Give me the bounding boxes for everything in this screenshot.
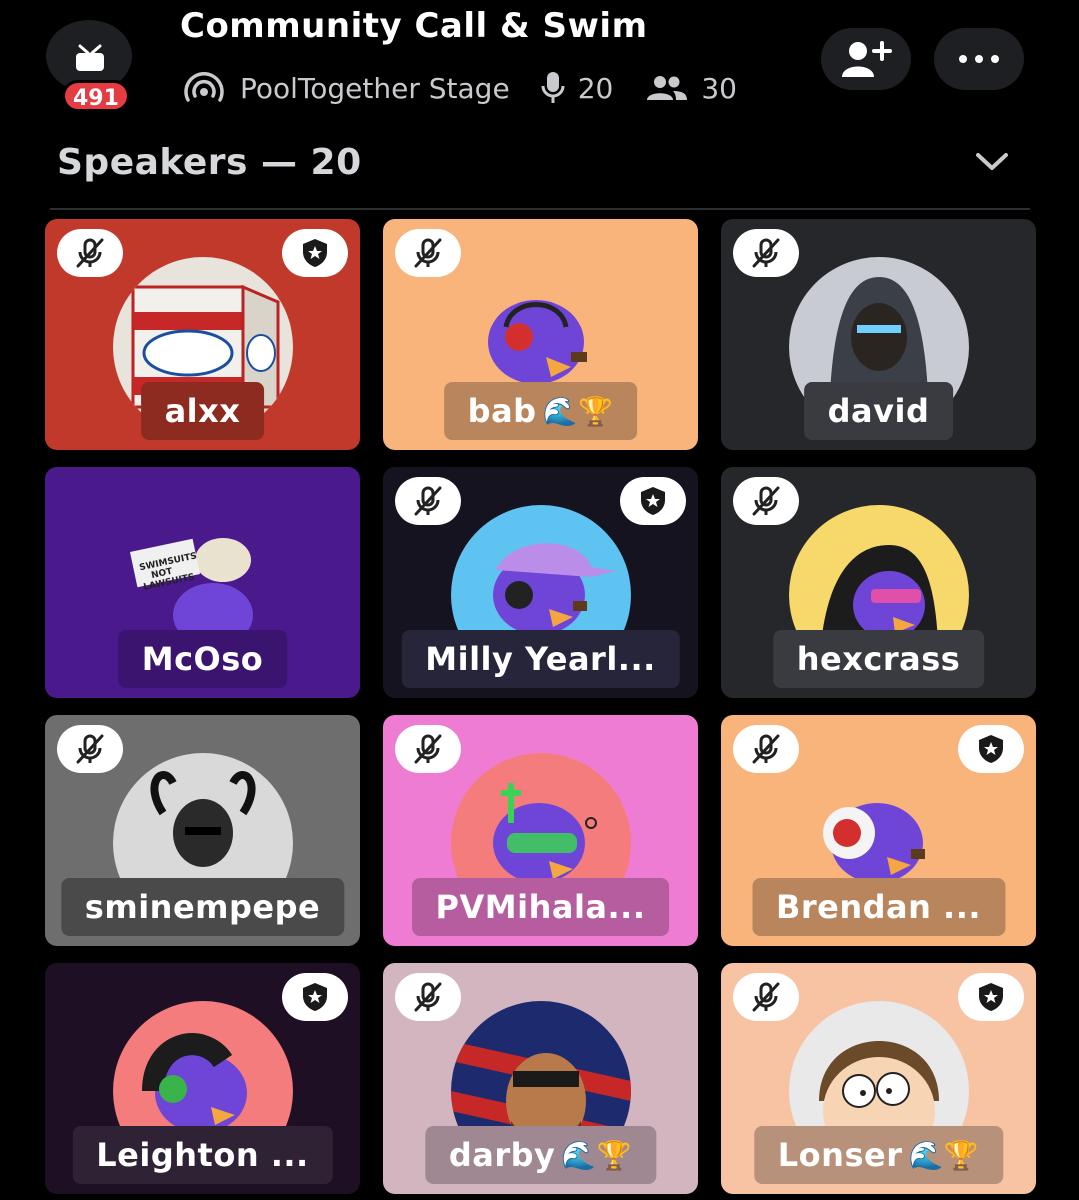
speaker-name: PVMihala... xyxy=(435,888,646,926)
speaker-name: bab xyxy=(467,392,537,430)
speakers-section-header[interactable]: Speakers — 20 xyxy=(57,138,1009,186)
muted-mic-icon xyxy=(395,477,461,525)
speaker-tile[interactable]: SWIMSUITS NOT LAWSUITS McOso xyxy=(45,467,360,698)
muted-mic-icon xyxy=(733,725,799,773)
speaker-tile[interactable]: bab 🌊🏆 xyxy=(383,219,698,450)
muted-mic-icon xyxy=(395,973,461,1021)
speaker-tile[interactable]: PVMihala... xyxy=(383,715,698,946)
speaker-tile[interactable]: david xyxy=(721,219,1036,450)
muted-mic-icon xyxy=(57,229,123,277)
speaker-tile[interactable]: Brendan ... xyxy=(721,715,1036,946)
muted-mic-icon xyxy=(395,725,461,773)
speaker-tile[interactable]: Lonser 🌊🏆 xyxy=(721,963,1036,1194)
listener-count: 30 xyxy=(701,71,737,105)
listeners-icon xyxy=(647,76,688,100)
speaker-name-pill: Leighton ... xyxy=(72,1126,333,1184)
speaker-tile[interactable]: darby 🌊🏆 xyxy=(383,963,698,1194)
speaker-name-pill: Lonser 🌊🏆 xyxy=(753,1126,1004,1184)
more-options-button[interactable] xyxy=(934,28,1024,90)
speaker-name: Lonser xyxy=(777,1136,903,1174)
speaker-name: sminempepe xyxy=(84,888,321,926)
speaker-name-pill: Brendan ... xyxy=(751,878,1006,936)
app-badge[interactable]: 491 xyxy=(46,20,136,112)
muted-mic-icon xyxy=(733,477,799,525)
speaker-name: McOso xyxy=(141,640,264,678)
speaker-badges: 🌊🏆 xyxy=(542,394,614,428)
moderator-shield-icon xyxy=(958,725,1024,773)
muted-mic-icon xyxy=(395,229,461,277)
stage-icon xyxy=(184,72,224,102)
notification-count-badge: 491 xyxy=(62,80,130,112)
add-user-icon xyxy=(842,41,892,77)
speaker-name-pill: sminempepe xyxy=(60,878,345,936)
speaker-name-pill: david xyxy=(803,382,954,440)
speaker-tile[interactable]: Leighton ... xyxy=(45,963,360,1194)
speaker-name: Brendan ... xyxy=(775,888,982,926)
speaker-name-pill: Milly Yearl... xyxy=(401,630,680,688)
section-divider xyxy=(50,208,1030,210)
speaker-name: david xyxy=(827,392,930,430)
moderator-shield-icon xyxy=(282,973,348,1021)
speaker-name-pill: darby 🌊🏆 xyxy=(424,1126,657,1184)
more-icon xyxy=(959,55,999,63)
moderator-shield-icon xyxy=(282,229,348,277)
stage-name: PoolTogether Stage xyxy=(240,71,510,105)
moderator-shield-icon xyxy=(958,973,1024,1021)
speaker-name-pill: alxx xyxy=(140,382,265,440)
speaker-name-pill: McOso xyxy=(117,630,288,688)
speaker-tile[interactable]: Milly Yearl... xyxy=(383,467,698,698)
speaker-tile[interactable]: alxx xyxy=(45,219,360,450)
speaker-tile[interactable]: sminempepe xyxy=(45,715,360,946)
speaker-name: hexcrass xyxy=(796,640,961,678)
stage-title: Community Call & Swim xyxy=(180,6,648,46)
invite-button[interactable] xyxy=(821,28,911,90)
speaker-name-pill: PVMihala... xyxy=(411,878,670,936)
muted-mic-icon xyxy=(57,725,123,773)
stage-meta: PoolTogether Stage 20 30 xyxy=(180,66,737,110)
tv-icon xyxy=(76,44,104,71)
speaker-name: darby xyxy=(448,1136,556,1174)
moderator-shield-icon xyxy=(620,477,686,525)
speaker-grid: alxx bab 🌊🏆 david SWIMSUITS NOT LAWSUITS… xyxy=(45,219,1036,1194)
speakers-section-label: Speakers — 20 xyxy=(57,141,362,183)
chevron-down-icon[interactable] xyxy=(975,152,1009,172)
speaker-badges: 🌊🏆 xyxy=(908,1138,980,1172)
speaker-name: Milly Yearl... xyxy=(425,640,656,678)
speaker-name-pill: hexcrass xyxy=(772,630,985,688)
speaker-badges: 🌊🏆 xyxy=(561,1138,633,1172)
muted-mic-icon xyxy=(733,229,799,277)
microphone-icon xyxy=(541,72,565,103)
speaker-name: Leighton ... xyxy=(96,1136,309,1174)
speaker-tile[interactable]: hexcrass xyxy=(721,467,1036,698)
speaker-name: alxx xyxy=(164,392,241,430)
speaker-name-pill: bab 🌊🏆 xyxy=(443,382,638,440)
muted-mic-icon xyxy=(733,973,799,1021)
speaker-count: 20 xyxy=(577,71,614,105)
